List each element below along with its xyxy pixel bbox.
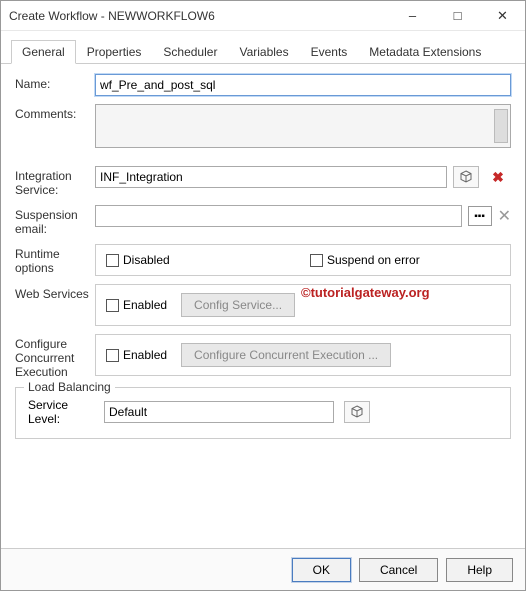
cancel-button[interactable]: Cancel [359,558,438,582]
load-balancing-fieldset: Load Balancing Service Level: Default [15,387,511,439]
tab-variables[interactable]: Variables [228,40,299,64]
cce-frame: Enabled Configure Concurrent Execution .… [95,334,511,376]
disabled-checkbox[interactable] [106,254,119,267]
runtime-options-frame: Disabled Suspend on error [95,244,511,276]
cce-enabled-label: Enabled [123,348,167,362]
maximize-button[interactable]: □ [435,1,480,30]
tab-properties[interactable]: Properties [76,40,153,64]
tab-scheduler[interactable]: Scheduler [152,40,228,64]
service-level-label: Service Level: [28,398,94,426]
cube-icon [459,170,473,184]
web-services-label: Web Services [15,284,95,301]
ok-button[interactable]: OK [292,558,351,582]
integration-input[interactable]: INF_Integration [95,166,447,188]
comments-label: Comments: [15,104,95,121]
runtime-label: Runtime options [15,244,95,275]
dialog-button-bar: OK Cancel Help [1,548,525,590]
cce-configure-button[interactable]: Configure Concurrent Execution ... [181,343,391,367]
web-services-enabled-checkbox[interactable] [106,299,119,312]
tab-general[interactable]: General [11,40,76,64]
suspend-on-error-checkbox[interactable] [310,254,323,267]
tab-metadata[interactable]: Metadata Extensions [358,40,492,64]
close-button[interactable]: ✕ [480,1,525,30]
titlebar: Create Workflow - NEWWORKFLOW6 – □ ✕ [1,1,525,31]
cce-label: Configure Concurrent Execution [15,334,95,379]
name-label: Name: [15,74,95,91]
suspension-label: Suspension email: [15,205,95,236]
clear-service-button[interactable]: ✖ [485,166,511,188]
email-options-button[interactable]: ▪▪▪ [468,206,492,226]
web-services-enabled-label: Enabled [123,298,167,312]
service-level-input[interactable]: Default [104,401,334,423]
disabled-label: Disabled [123,253,170,267]
help-button[interactable]: Help [446,558,513,582]
cube-icon [350,405,364,419]
config-service-button[interactable]: Config Service... [181,293,295,317]
window-title: Create Workflow - NEWWORKFLOW6 [9,9,390,23]
clear-email-button[interactable]: ✕ [498,206,511,226]
integration-label: Integration Service: [15,166,95,197]
comments-input[interactable] [95,104,511,148]
minimize-button[interactable]: – [390,1,435,30]
watermark: ©tutorialgateway.org [301,285,430,300]
service-level-browse-button[interactable] [344,401,370,423]
tab-events[interactable]: Events [300,40,359,64]
load-balancing-legend: Load Balancing [24,380,115,394]
suspension-email-input[interactable] [95,205,462,227]
cce-enabled-checkbox[interactable] [106,349,119,362]
tab-strip: General Properties Scheduler Variables E… [1,31,525,64]
form-area: Name: Comments: Integration Service: INF… [1,64,525,449]
titlebar-controls: – □ ✕ [390,1,525,30]
suspend-on-error-label: Suspend on error [327,253,420,267]
name-input[interactable] [95,74,511,96]
browse-service-button[interactable] [453,166,479,188]
